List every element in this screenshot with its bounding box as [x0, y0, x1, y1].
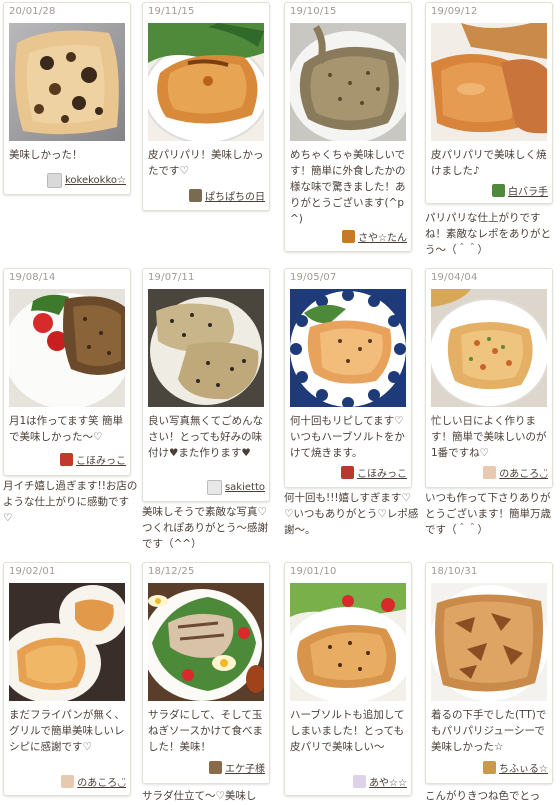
dish-photo[interactable]: [148, 289, 264, 407]
author-reply: パリパリな仕上がりですね！素敵なレポをありがとう～（＾＾）: [425, 212, 551, 256]
card-date: 19/09/12: [431, 6, 478, 17]
dish-photo[interactable]: [9, 289, 125, 407]
user-name[interactable]: 白バラ手: [508, 183, 548, 198]
card-comment: 良い写真無くてごめんなさい！とっても好みの味付け♥また作ります♥: [148, 415, 264, 459]
author-reply: いつも作って下さりありがとうございます！簡単万歳です（＾＾）: [425, 492, 551, 536]
user-avatar: [341, 466, 354, 479]
user-avatar: [353, 775, 367, 788]
card-user[interactable]: 白バラ手: [492, 183, 548, 198]
report-card-6[interactable]: 19/07/11 良い写真無くてごめんなさい！とっても好みの味付け♥また作ります…: [142, 268, 270, 502]
card-user[interactable]: ちふぃる☆: [483, 760, 548, 775]
card-comment: 皮パリパリ！美味しかったです♡: [148, 149, 264, 177]
card-comment: 忙しい日によく作ります！簡単で美味しいのが1番ですね♡: [431, 415, 547, 459]
user-avatar: [60, 453, 73, 466]
dish-photo[interactable]: [148, 23, 264, 141]
author-reply: こんがりきつね色でとっ: [425, 790, 541, 802]
user-name[interactable]: sakietto: [225, 482, 265, 493]
card-comment: ハーブソルトも追加してしまいました！とっても皮パリで美味しい～: [290, 709, 405, 753]
user-name[interactable]: こほみっこ: [357, 465, 407, 480]
author-reply: 美味しそうで素敵な写真♡つくれぽありがとう～感謝です（^^）: [142, 506, 268, 550]
card-date: 20/01/28: [9, 6, 56, 17]
report-card-8[interactable]: 19/04/04 忙しい日によく作ります！簡単で美味しいのが1番ですね♡ のあこ…: [425, 268, 553, 488]
card-user[interactable]: ぱちぱちの日: [189, 188, 265, 203]
user-avatar: [206, 480, 222, 495]
card-user[interactable]: sakietto: [206, 480, 265, 495]
card-comment: 着るの下手でした(TT)でもパリパリジューシーで美味しかった☆: [431, 709, 547, 753]
dish-photo[interactable]: [148, 583, 264, 701]
card-date: 19/11/15: [148, 6, 195, 17]
user-name[interactable]: さや☆たん: [358, 229, 407, 244]
dish-photo[interactable]: [9, 23, 125, 141]
card-user[interactable]: kokekokko☆: [46, 173, 126, 188]
dish-photo[interactable]: [431, 583, 547, 701]
card-date: 18/12/25: [148, 566, 195, 577]
card-date: 18/10/31: [431, 566, 478, 577]
card-comment: 皮パリパリで美味しく焼けました♪: [431, 149, 547, 177]
card-date: 19/02/01: [9, 566, 56, 577]
card-user[interactable]: こほみっこ: [60, 452, 126, 467]
user-avatar: [209, 761, 222, 774]
user-name[interactable]: のあころ◡̈: [77, 774, 126, 789]
dish-photo[interactable]: [290, 23, 406, 141]
card-user[interactable]: こほみっこ: [341, 465, 407, 480]
report-card-4[interactable]: 19/09/12 皮パリパリで美味しく焼けました♪ 白バラ手: [425, 2, 553, 204]
card-comment: めちゃくちゃ美味しいです！簡単に外食したかの様な味で驚きました！ありがとうござい…: [290, 149, 406, 225]
card-date: 19/01/10: [290, 566, 337, 577]
user-name[interactable]: あや☆☆: [369, 774, 407, 789]
author-reply: 月イチ嬉し過ぎます!!お店のような仕上がりに感動です♡: [3, 480, 138, 524]
report-card-11[interactable]: 19/01/10 ハーブソルトも追加してしまいました！とっても皮パリで美味しい～…: [284, 562, 412, 796]
card-date: 19/07/11: [148, 272, 195, 283]
dish-photo[interactable]: [431, 289, 547, 407]
card-user[interactable]: エケ子様: [209, 760, 265, 775]
dish-photo[interactable]: [9, 583, 125, 701]
user-avatar: [483, 466, 497, 479]
dish-photo[interactable]: [290, 289, 406, 407]
card-date: 19/10/15: [290, 6, 337, 17]
card-date: 19/04/04: [431, 272, 478, 283]
card-user[interactable]: さや☆たん: [342, 229, 407, 244]
report-card-7[interactable]: 19/05/07 何十回もリピしてます♡いつもハーブソルトをかけて焼きます。 こ…: [284, 268, 412, 488]
user-avatar: [189, 189, 202, 202]
report-card-1[interactable]: 20/01/28 美味しかった！ kokekokko☆: [3, 2, 131, 195]
user-name[interactable]: ぱちぱちの日: [205, 188, 265, 203]
author-reply: サラダ仕立て～♡美味し: [142, 790, 257, 802]
report-card-5[interactable]: 19/08/14 月1は作ってます笑 簡単で美味しかった～♡ こほみっこ: [3, 268, 131, 476]
report-card-12[interactable]: 18/10/31 着るの下手でした(TT)でもパリパリジューシーで美味しかった☆…: [425, 562, 553, 784]
user-avatar: [483, 761, 497, 774]
card-date: 19/05/07: [290, 272, 337, 283]
user-name[interactable]: エケ子様: [225, 760, 265, 775]
card-comment: サラダにして、そして玉ねぎソースかけて食べました！美味！: [148, 709, 263, 753]
card-date: 19/08/14: [9, 272, 56, 283]
user-name[interactable]: のあころ◡̈: [499, 465, 548, 480]
user-name[interactable]: ちふぃる☆: [499, 760, 548, 775]
report-card-9[interactable]: 19/02/01 まだフライパンが無く、グリルで簡単美味しいレシピに感謝です♡ …: [3, 562, 131, 796]
dish-photo[interactable]: [290, 583, 406, 701]
user-name[interactable]: こほみっこ: [76, 452, 126, 467]
dish-photo[interactable]: [431, 23, 547, 141]
card-comment: 月1は作ってます笑 簡単で美味しかった～♡: [9, 415, 123, 443]
user-avatar: [61, 775, 75, 788]
user-name[interactable]: kokekokko☆: [65, 175, 126, 186]
card-comment: 何十回もリピしてます♡いつもハーブソルトをかけて焼きます。: [290, 415, 405, 459]
report-card-2[interactable]: 19/11/15 皮パリパリ！美味しかったです♡ ぱちぱちの日: [142, 2, 270, 211]
card-user[interactable]: のあころ◡̈: [61, 774, 126, 789]
card-user[interactable]: のあころ◡̈: [483, 465, 548, 480]
report-card-3[interactable]: 19/10/15 めちゃくちゃ美味しいです！簡単に外食したかの様な味で驚きました…: [284, 2, 412, 252]
author-reply: 何十回も!!!嬉しすぎます♡♡いつもありがとう♡レポ感謝～。: [284, 492, 419, 536]
user-avatar: [492, 184, 505, 197]
card-comment: 美味しかった！: [9, 149, 83, 161]
user-avatar: [342, 230, 356, 243]
user-avatar: [46, 173, 62, 188]
report-card-10[interactable]: 18/12/25 サラダにして、そして玉ねぎソースかけて食べました！美味！ エケ…: [142, 562, 270, 784]
card-user[interactable]: あや☆☆: [353, 774, 407, 789]
card-comment: まだフライパンが無く、グリルで簡単美味しいレシピに感謝です♡: [9, 709, 125, 753]
